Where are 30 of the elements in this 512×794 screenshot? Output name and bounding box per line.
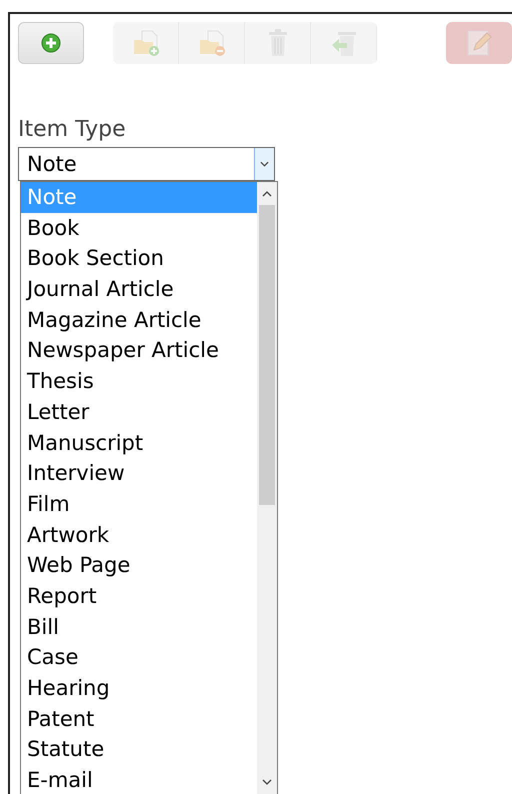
dropdown-option[interactable]: Artwork	[21, 520, 257, 550]
dropdown-option[interactable]: Hearing	[21, 673, 257, 704]
dropdown-option[interactable]: Newspaper Article	[21, 335, 257, 366]
chevron-down-icon	[254, 148, 274, 180]
dropdown-option[interactable]: Book	[21, 212, 257, 244]
scroll-down-icon	[262, 779, 272, 785]
dropdown-option[interactable]: Bill	[21, 612, 257, 642]
dropdown-option[interactable]: Report	[21, 580, 257, 612]
dropdown-option[interactable]: E-mail	[21, 765, 257, 794]
dropdown-option[interactable]: Statute	[21, 734, 257, 766]
scroll-up-icon	[262, 191, 272, 197]
dropdown-option[interactable]: Thesis	[21, 366, 257, 397]
dropdown-option[interactable]: Film	[21, 488, 257, 520]
dropdown-option[interactable]: Interview	[21, 458, 257, 489]
dropdown-option[interactable]: Book Section	[21, 243, 257, 274]
dropdown-option[interactable]: Case	[21, 642, 257, 673]
scrollbar-thumb[interactable]	[259, 205, 275, 505]
edit-note-icon	[465, 28, 493, 58]
item-type-label: Item Type	[18, 117, 127, 144]
item-type-select[interactable]: Note	[18, 147, 275, 181]
trash-icon	[266, 28, 288, 58]
dropdown-option[interactable]: Journal Article	[21, 274, 257, 305]
dropdown-option[interactable]: Web Page	[21, 550, 257, 581]
scrollbar[interactable]	[257, 182, 277, 794]
dropdown-option[interactable]: Patent	[21, 704, 257, 734]
dropdown-option[interactable]: Magazine Article	[21, 304, 257, 336]
dropdown-option[interactable]: Letter	[21, 396, 257, 428]
plus-icon	[41, 33, 61, 53]
add-button[interactable]	[18, 22, 84, 64]
dropdown-option[interactable]: Manuscript	[21, 428, 257, 458]
